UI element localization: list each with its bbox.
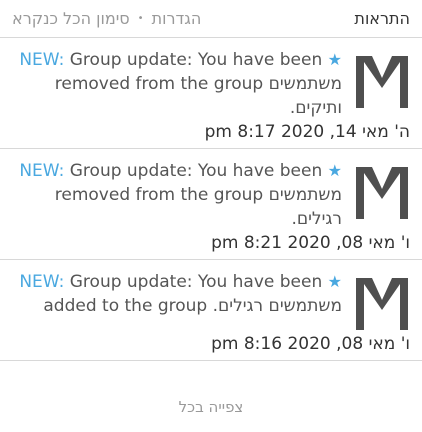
notification-date: ו' מאי 08, 2020 8:21 pm <box>211 233 410 253</box>
notification-line: removed from the group משתמשים <box>12 183 342 207</box>
notification-item[interactable]: NEW: Group update: You have been ★ added… <box>0 260 422 361</box>
new-tag: NEW: <box>19 272 65 292</box>
notification-text-part: Group update: You have been <box>64 272 328 292</box>
group-name-part: ותיקים. <box>289 98 342 118</box>
notification-date: ה' מאי 14, 2020 8:17 pm <box>204 122 410 142</box>
notification-row: NEW: Group update: You have been ★ remov… <box>12 48 410 120</box>
notification-text-part: Group update: You have been <box>64 50 328 70</box>
notification-text: NEW: Group update: You have been ★ added… <box>12 270 342 318</box>
default-avatar-icon <box>354 276 410 332</box>
notification-row: NEW: Group update: You have been ★ remov… <box>12 159 410 231</box>
star-icon: ★ <box>327 272 342 291</box>
group-name-part: רגילים. <box>291 209 342 229</box>
notification-text: NEW: Group update: You have been ★ remov… <box>12 48 342 120</box>
notifications-panel: התראות הגדרות • סימון הכל כנקרא NEW: Gro… <box>0 0 422 432</box>
header-actions: הגדרות • סימון הכל כנקרא <box>12 9 201 28</box>
notification-line: רגילים. <box>12 207 342 231</box>
see-all-link[interactable]: צפייה בכל <box>179 398 244 416</box>
notification-line: NEW: Group update: You have been ★ <box>12 270 342 294</box>
new-tag: NEW: <box>19 161 65 181</box>
notification-item[interactable]: NEW: Group update: You have been ★ remov… <box>0 149 422 260</box>
notification-row: NEW: Group update: You have been ★ added… <box>12 270 410 332</box>
notification-item[interactable]: NEW: Group update: You have been ★ remov… <box>0 38 422 149</box>
notifications-footer: צפייה בכל <box>0 398 422 416</box>
notifications-title: התראות <box>354 9 410 28</box>
notification-line: removed from the group משתמשים <box>12 72 342 96</box>
notification-line: NEW: Group update: You have been ★ <box>12 159 342 183</box>
notification-text-part: removed from the group <box>54 74 269 94</box>
new-tag: NEW: <box>19 50 65 70</box>
default-avatar-icon <box>354 165 410 221</box>
separator-dot: • <box>137 13 144 24</box>
group-name-part: משתמשים רגילים. <box>212 296 342 316</box>
default-avatar-icon <box>354 54 410 110</box>
group-name-part: משתמשים <box>268 74 342 94</box>
notification-line: NEW: Group update: You have been ★ <box>12 48 342 72</box>
notifications-header: התראות הגדרות • סימון הכל כנקרא <box>0 0 422 38</box>
notification-text-part: added to the group <box>43 296 213 316</box>
notification-line: ותיקים. <box>12 96 342 120</box>
notification-text-part: Group update: You have been <box>64 161 328 181</box>
group-name-part: משתמשים <box>268 185 342 205</box>
mark-all-read-link[interactable]: סימון הכל כנקרא <box>12 9 130 28</box>
notification-text-part: removed from the group <box>54 185 269 205</box>
star-icon: ★ <box>327 50 342 69</box>
notification-line: added to the group משתמשים רגילים. <box>12 294 342 318</box>
notification-text: NEW: Group update: You have been ★ remov… <box>12 159 342 231</box>
star-icon: ★ <box>327 161 342 180</box>
settings-link[interactable]: הגדרות <box>152 9 202 28</box>
notification-date: ו' מאי 08, 2020 8:16 pm <box>211 334 410 354</box>
